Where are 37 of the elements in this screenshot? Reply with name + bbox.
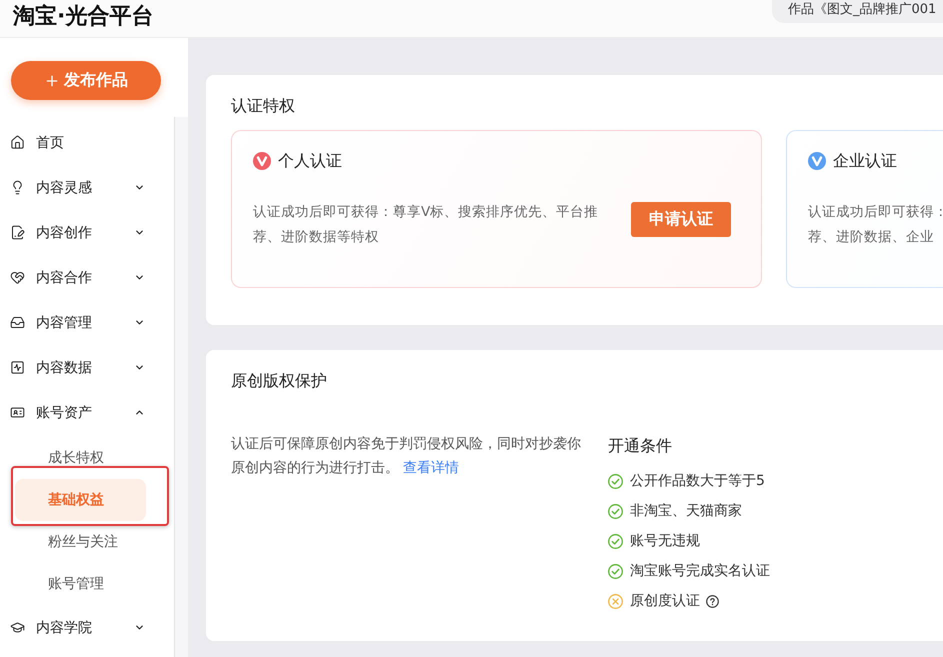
graduation-cap-icon (10, 620, 25, 635)
card-description: 认证成功后即可获得： 荐、进阶数据、企业 (808, 203, 943, 247)
work-title-chip[interactable]: 作品《图文_品牌推广001 (772, 0, 943, 23)
id-card-icon (10, 405, 25, 420)
card-title: 企业认证 (833, 150, 897, 172)
nav-subitem[interactable]: 成长特权 (15, 437, 146, 479)
nav-subitem[interactable]: 粉丝与关注 (15, 521, 146, 563)
card-description: 认证成功后即可获得：尊享V标、搜索排序优先、平台推 荐、进阶数据等特权 (253, 203, 598, 247)
details-link[interactable]: 查看详情 (403, 460, 459, 476)
nav-item[interactable]: 账号资产 (0, 390, 174, 435)
description-text: 认证后可保障原创内容免于判罚侵权风险，同时对抄袭你原创内容的行为进行打击。 查看详情 (231, 435, 582, 478)
home-icon (10, 135, 25, 150)
card-title: 个人认证 (278, 150, 342, 172)
help-icon[interactable] (706, 594, 719, 608)
condition-text: 账号无违规 (630, 532, 700, 550)
nav-item[interactable]: 内容数据 (0, 345, 174, 390)
nav-item[interactable]: 首页 (0, 120, 174, 165)
plus-icon (44, 72, 60, 88)
pulse-square-icon (10, 360, 25, 375)
nav-item[interactable]: 内容合作 (0, 255, 174, 300)
nav-item[interactable]: 内容管理 (0, 300, 174, 345)
conditions-title: 开通条件 (608, 435, 673, 457)
condition-text: 非淘宝、天猫商家 (630, 502, 742, 520)
logo[interactable]: 淘宝·光合平台 (13, 3, 154, 31)
condition-text: 公开作品数大于等于5 (630, 472, 765, 490)
nav-item[interactable]: 内容灵感 (0, 165, 174, 210)
inbox-icon (10, 315, 25, 330)
heart-handshake-icon (10, 270, 25, 285)
nav-item[interactable]: 内容学院 (0, 605, 174, 650)
condition-text: 原创度认证 (630, 592, 700, 610)
scrollbar-track[interactable] (174, 117, 188, 657)
nav-item[interactable]: 内容创作 (0, 210, 174, 255)
panel-title: 原创版权保护 (231, 370, 328, 392)
document-pen-icon (10, 225, 25, 240)
condition-text: 淘宝账号完成实名认证 (630, 562, 770, 580)
panel-title: 认证特权 (231, 95, 296, 117)
nav-subitem[interactable]: 账号管理 (15, 563, 146, 605)
